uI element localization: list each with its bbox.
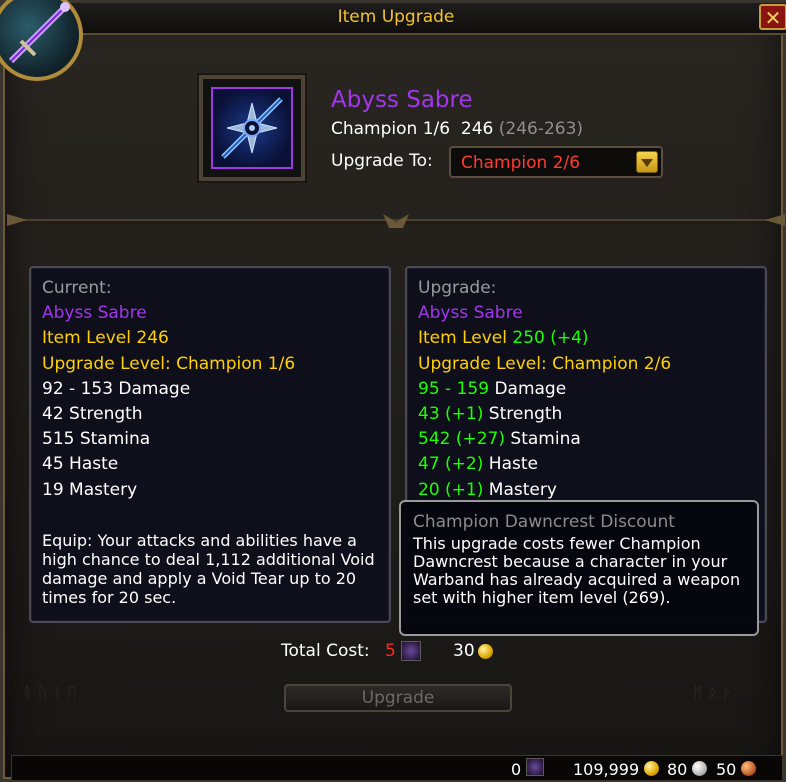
- sword-icon: [211, 87, 293, 169]
- current-upgrade-level: Upgrade Level: Champion 1/6: [42, 354, 296, 374]
- current-equip-text: Equip: Your attacks and abilities have a…: [42, 531, 375, 607]
- upgrade-mastery: 20 (+1) Mastery: [418, 480, 557, 500]
- total-cost-label: Total Cost:: [281, 641, 370, 661]
- gold-coin-icon: [478, 644, 493, 659]
- tooltip-title: Champion Dawncrest Discount: [413, 512, 675, 532]
- currency-bar: 0 109,999 80 50: [11, 755, 783, 781]
- item-level-range: (246-263): [498, 119, 584, 139]
- upgrade-stamina: 542 (+27) Stamina: [418, 429, 581, 449]
- upgrade-item-level: Item Level 250 (+4): [418, 328, 589, 348]
- current-stamina: 515 Stamina: [42, 429, 151, 449]
- silver-coin-icon: [692, 761, 707, 776]
- gold-balance: 109,999: [573, 760, 640, 779]
- current-item-level: Item Level 246: [42, 328, 169, 348]
- item-name: Abyss Sabre: [331, 87, 473, 113]
- current-item-name: Abyss Sabre: [42, 303, 147, 323]
- upgrade-damage-value: 95 - 159: [418, 379, 490, 399]
- current-haste: 45 Haste: [42, 454, 119, 474]
- title-bar[interactable]: Item Upgrade ✕: [3, 3, 786, 35]
- upgrade-mastery-label: Mastery: [488, 480, 557, 500]
- decorative-runes: ᚱ ᚢ ᚾ ᛖ: [23, 683, 77, 702]
- upgrade-upgrade-level: Upgrade Level: Champion 2/6: [418, 354, 672, 374]
- window-title: Item Upgrade: [337, 7, 455, 27]
- upgrade-to-dropdown[interactable]: Champion 2/6: [449, 146, 663, 178]
- dawncrest-icon[interactable]: [526, 758, 544, 776]
- upgrade-item-level-label: Item Level: [418, 328, 507, 348]
- upgrade-strength: 43 (+1) Strength: [418, 404, 562, 424]
- section-divider: [7, 214, 785, 228]
- copper-coin-icon: [741, 761, 756, 776]
- gold-cost-amount: 30: [453, 641, 475, 661]
- chevron-down-icon[interactable]: [636, 151, 658, 173]
- upgrade-mastery-value: 20 (+1): [418, 480, 484, 500]
- upgrade-damage-label: Damage: [494, 379, 567, 399]
- upgrade-button[interactable]: Upgrade: [284, 684, 512, 712]
- crest-cost-amount: 5: [385, 641, 396, 661]
- current-damage: 92 - 153 Damage: [42, 379, 191, 399]
- current-stats-panel: Current: Abyss Sabre Item Level 246 Upgr…: [29, 266, 391, 623]
- upgrade-strength-label: Strength: [488, 404, 563, 424]
- upgrade-damage: 95 - 159 Damage: [418, 379, 566, 399]
- upgrade-stamina-value: 542 (+27): [418, 429, 505, 449]
- item-icon-frame[interactable]: [199, 75, 305, 181]
- copper-balance: 50: [716, 760, 737, 779]
- upgrade-to-value: Champion 2/6: [461, 153, 581, 173]
- current-strength: 42 Strength: [42, 404, 143, 424]
- upgrade-to-label: Upgrade To:: [331, 151, 433, 171]
- item-upgrade-window: Item Upgrade ✕ Abyss Sabre Champion 1/6 …: [0, 0, 786, 782]
- current-mastery: 19 Mastery: [42, 480, 138, 500]
- upgrade-stamina-label: Stamina: [510, 429, 581, 449]
- silver-balance: 80: [667, 760, 688, 779]
- upgrade-haste: 47 (+2) Haste: [418, 454, 538, 474]
- upgrade-portrait-icon: [0, 0, 83, 81]
- upgrade-header: Upgrade:: [418, 278, 497, 298]
- dawncrest-icon[interactable]: [401, 641, 421, 661]
- close-button[interactable]: ✕: [759, 4, 786, 30]
- upgrade-item-name: Abyss Sabre: [418, 303, 523, 323]
- item-track-line: Champion 1/6 246 (246-263): [331, 119, 583, 139]
- decorative-runes: ᛗ ᛟ ᚦ: [693, 683, 732, 702]
- tooltip-body: This upgrade costs fewer Champion Dawncr…: [413, 534, 741, 607]
- crest-balance: 0: [511, 760, 522, 779]
- discount-tooltip: Champion Dawncrest Discount This upgrade…: [399, 500, 759, 636]
- upgrade-haste-label: Haste: [488, 454, 538, 474]
- upgrade-haste-value: 47 (+2): [418, 454, 484, 474]
- upgrade-strength-value: 43 (+1): [418, 404, 484, 424]
- upgrade-item-level-value: 250 (+4): [512, 328, 589, 348]
- current-header: Current:: [42, 278, 112, 298]
- gold-coin-icon: [644, 761, 659, 776]
- item-track-level: Champion 1/6 246: [331, 119, 494, 139]
